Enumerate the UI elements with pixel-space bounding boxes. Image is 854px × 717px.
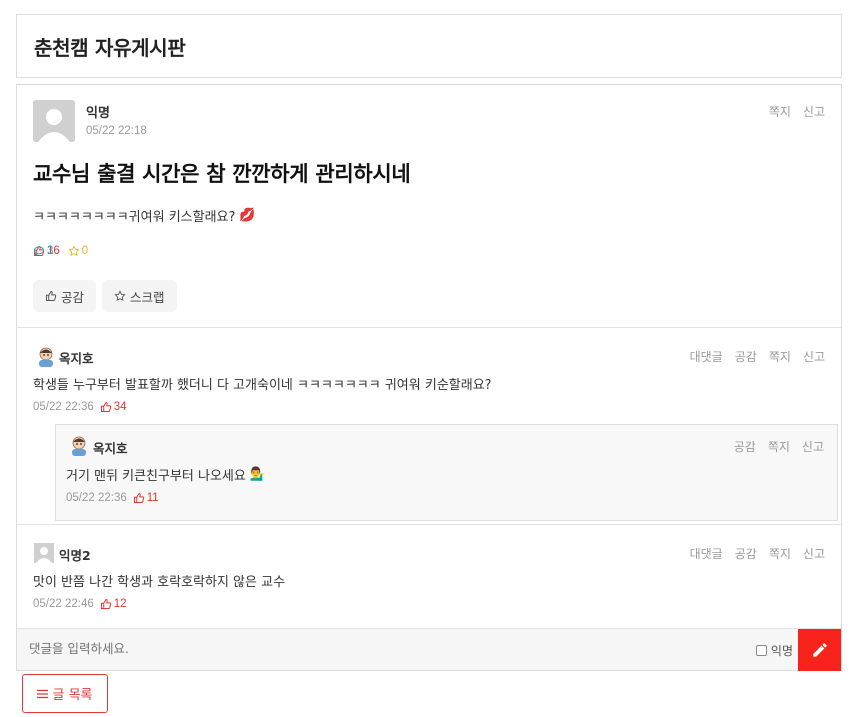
post-title: 교수님 출결 시간은 참 깐깐하게 관리하시네 (33, 162, 411, 186)
reply-meta: 05/22 22:36 11 (66, 492, 159, 504)
vote-link[interactable]: 공감 (735, 545, 757, 562)
board-header: 춘천캠 자유게시판 (16, 14, 842, 78)
reply-comment: 옥지호 공감 쪽지 신고 거기 맨뒤 키큰친구부터 나오세요 💁‍♂️ 05/2… (55, 424, 838, 521)
comment-form: 익명 (17, 628, 841, 671)
post-stats: 16 3 0 (33, 245, 88, 257)
default-profile-icon (33, 100, 75, 142)
post-body-text: ㅋㅋㅋㅋㅋㅋㅋㅋ귀여워 키스할래요? (33, 210, 236, 225)
post-date: 05/22 22:18 (86, 125, 147, 137)
anonymous-label: 익명 (770, 644, 793, 658)
reply-text: 거기 맨뒤 키큰친구부터 나오세요 💁‍♂️ (66, 467, 267, 484)
comment-author: 익명2 (59, 548, 91, 563)
comment-bubble-icon (34, 246, 44, 257)
comment-actions: 대댓글 공감 쪽지 신고 (690, 348, 825, 365)
message-link[interactable]: 쪽지 (769, 348, 791, 365)
reply-link[interactable]: 대댓글 (690, 348, 723, 365)
comment-actions: 대댓글 공감 쪽지 신고 (690, 545, 825, 562)
comment-votes: 34 (100, 401, 127, 413)
avatar (33, 100, 75, 142)
avatar (34, 543, 54, 563)
anonymous-option[interactable]: 익명 (755, 642, 793, 659)
comment-date: 05/22 22:46 (33, 598, 94, 610)
report-link[interactable]: 신고 (803, 545, 825, 562)
message-link[interactable]: 쪽지 (769, 103, 791, 120)
comment-author: 옥지호 (59, 351, 94, 366)
comment: 익명2 대댓글 공감 쪽지 신고 맛이 반쯤 나간 학생과 호락호락하지 않은 … (17, 526, 841, 627)
board-title[interactable]: 춘천캠 자유게시판 (34, 32, 186, 61)
comment-text: 학생들 누구부터 발표할까 했더니 다 고개숙이네 ㅋㅋㅋㅋㅋㅋㅋ 귀여워 키순… (33, 378, 492, 393)
comment-text: 맛이 반쯤 나간 학생과 호락호락하지 않은 교수 (33, 575, 286, 590)
comment-date: 05/22 22:36 (33, 401, 94, 413)
comment-input[interactable] (29, 641, 629, 656)
reply-actions: 공감 쪽지 신고 (734, 438, 824, 455)
post-actions: 쪽지 신고 (769, 103, 825, 120)
anonymous-checkbox[interactable] (755, 645, 767, 656)
comment-votes: 12 (100, 598, 127, 610)
thumbs-up-icon (100, 599, 111, 609)
thumbs-up-icon (46, 291, 57, 301)
reply-author: 옥지호 (93, 441, 128, 456)
report-link[interactable]: 신고 (802, 438, 824, 455)
comment-meta: 05/22 22:36 34 (33, 401, 127, 413)
thumbs-up-icon (133, 493, 144, 503)
avatar (67, 435, 87, 456)
kiss-emoji-icon: 💋 (239, 208, 256, 223)
thumbs-up-icon (100, 402, 111, 412)
vote-link[interactable]: 공감 (735, 348, 757, 365)
article: 익명 05/22 22:18 쪽지 신고 교수님 출결 시간은 참 깐깐하게 관… (16, 84, 842, 671)
post-list-label: 글 목록 (52, 688, 93, 703)
star-icon (114, 290, 126, 302)
vote-button[interactable]: 공감 (33, 280, 97, 312)
post-list-button[interactable]: 글 목록 (22, 674, 108, 713)
reply-votes: 11 (133, 492, 159, 504)
report-link[interactable]: 신고 (803, 103, 825, 120)
character-avatar-icon (39, 347, 53, 367)
reply-date: 05/22 22:36 (66, 492, 127, 504)
post-buttons: 공감 스크랩 (33, 280, 177, 312)
submit-comment-button[interactable] (798, 629, 841, 671)
list-icon (37, 689, 49, 698)
reply-link[interactable]: 대댓글 (690, 545, 723, 562)
pencil-icon (812, 643, 827, 657)
comment: 옥지호 대댓글 공감 쪽지 신고 학생들 누구부터 발표할까 했더니 다 고개숙… (17, 329, 841, 525)
scrap-button[interactable]: 스크랩 (102, 280, 177, 312)
post-body: ㅋㅋㅋㅋㅋㅋㅋㅋ귀여워 키스할래요? 💋 (33, 206, 256, 225)
message-link[interactable]: 쪽지 (768, 438, 790, 455)
comment-count: 3 (33, 245, 854, 257)
post-author: 익명 (86, 106, 110, 121)
avatar (34, 346, 54, 367)
post: 익명 05/22 22:18 쪽지 신고 교수님 출결 시간은 참 깐깐하게 관… (17, 85, 841, 328)
default-profile-icon (34, 543, 54, 563)
vote-link[interactable]: 공감 (734, 438, 756, 455)
report-link[interactable]: 신고 (803, 348, 825, 365)
character-avatar-icon (72, 436, 86, 456)
message-link[interactable]: 쪽지 (769, 545, 791, 562)
person-tipping-hand-emoji-icon: 💁‍♂️ (249, 467, 267, 482)
comment-meta: 05/22 22:46 12 (33, 598, 127, 610)
